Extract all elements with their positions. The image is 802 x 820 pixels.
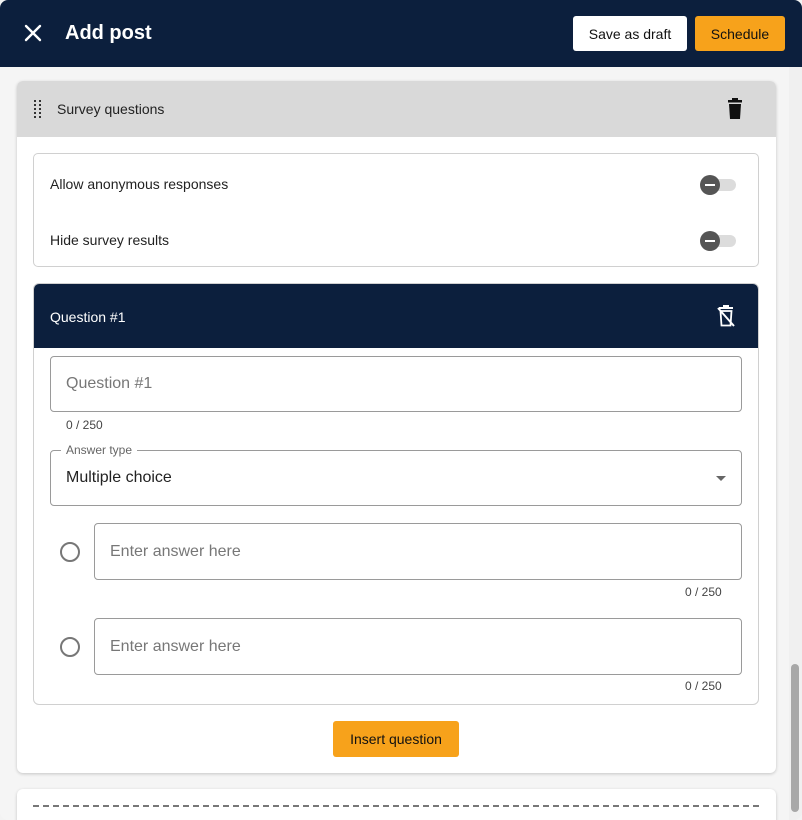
toggle-knob bbox=[700, 231, 720, 251]
scrollbar[interactable] bbox=[789, 67, 802, 820]
survey-section-title: Survey questions bbox=[57, 101, 165, 117]
question-title: Question #1 bbox=[50, 309, 126, 325]
answer-radio-2[interactable] bbox=[60, 637, 80, 657]
answer-field-2[interactable] bbox=[94, 618, 742, 675]
insert-question-button[interactable]: Insert question bbox=[333, 721, 459, 757]
dialog-header: Add post Save as draft Schedule bbox=[0, 0, 802, 67]
answer-type-select[interactable]: Answer type Multiple choice bbox=[50, 443, 742, 506]
close-icon[interactable] bbox=[22, 22, 44, 44]
answer-char-counter-1: 0 / 250 bbox=[685, 585, 722, 599]
scrollbar-thumb[interactable] bbox=[791, 664, 799, 812]
answer-input-2[interactable] bbox=[95, 619, 741, 674]
survey-card-header: Survey questions bbox=[17, 81, 776, 137]
setting-hide-results: Hide survey results bbox=[34, 219, 758, 259]
setting-label: Allow anonymous responses bbox=[50, 176, 229, 192]
trash-icon[interactable] bbox=[725, 98, 745, 120]
answer-char-counter-2: 0 / 250 bbox=[685, 679, 722, 693]
add-post-dialog: Add post Save as draft Schedule Survey q… bbox=[0, 0, 802, 820]
question-header: Question #1 bbox=[34, 284, 758, 348]
setting-label: Hide survey results bbox=[50, 232, 170, 248]
question-text-input[interactable] bbox=[51, 357, 741, 411]
answer-type-label: Answer type bbox=[61, 443, 138, 457]
survey-settings: Allow anonymous responses Hide survey re… bbox=[33, 153, 759, 267]
survey-questions-card: Survey questions Allow anonymous respons… bbox=[17, 81, 776, 773]
answer-input-1[interactable] bbox=[95, 524, 741, 579]
dialog-title: Add post bbox=[65, 22, 152, 44]
dropzone-border bbox=[33, 805, 759, 820]
hide-results-toggle[interactable] bbox=[700, 230, 740, 251]
question-char-counter: 0 / 250 bbox=[66, 418, 103, 432]
drag-handle-icon[interactable] bbox=[33, 99, 43, 119]
answer-type-value: Multiple choice bbox=[66, 469, 172, 486]
delete-question-icon[interactable] bbox=[716, 305, 736, 327]
answer-radio-1[interactable] bbox=[60, 542, 80, 562]
setting-anonymous-responses: Allow anonymous responses bbox=[34, 163, 758, 203]
schedule-button[interactable]: Schedule bbox=[695, 16, 785, 51]
toggle-knob bbox=[700, 175, 720, 195]
question-text-field[interactable] bbox=[50, 356, 742, 412]
save-as-draft-button[interactable]: Save as draft bbox=[573, 16, 687, 51]
dropdown-arrow-icon bbox=[716, 476, 726, 481]
question-card: Question #1 0 / 250 Answer type Multiple… bbox=[33, 283, 759, 705]
anonymous-responses-toggle[interactable] bbox=[700, 174, 740, 195]
next-section-card bbox=[17, 789, 776, 820]
answer-field-1[interactable] bbox=[94, 523, 742, 580]
